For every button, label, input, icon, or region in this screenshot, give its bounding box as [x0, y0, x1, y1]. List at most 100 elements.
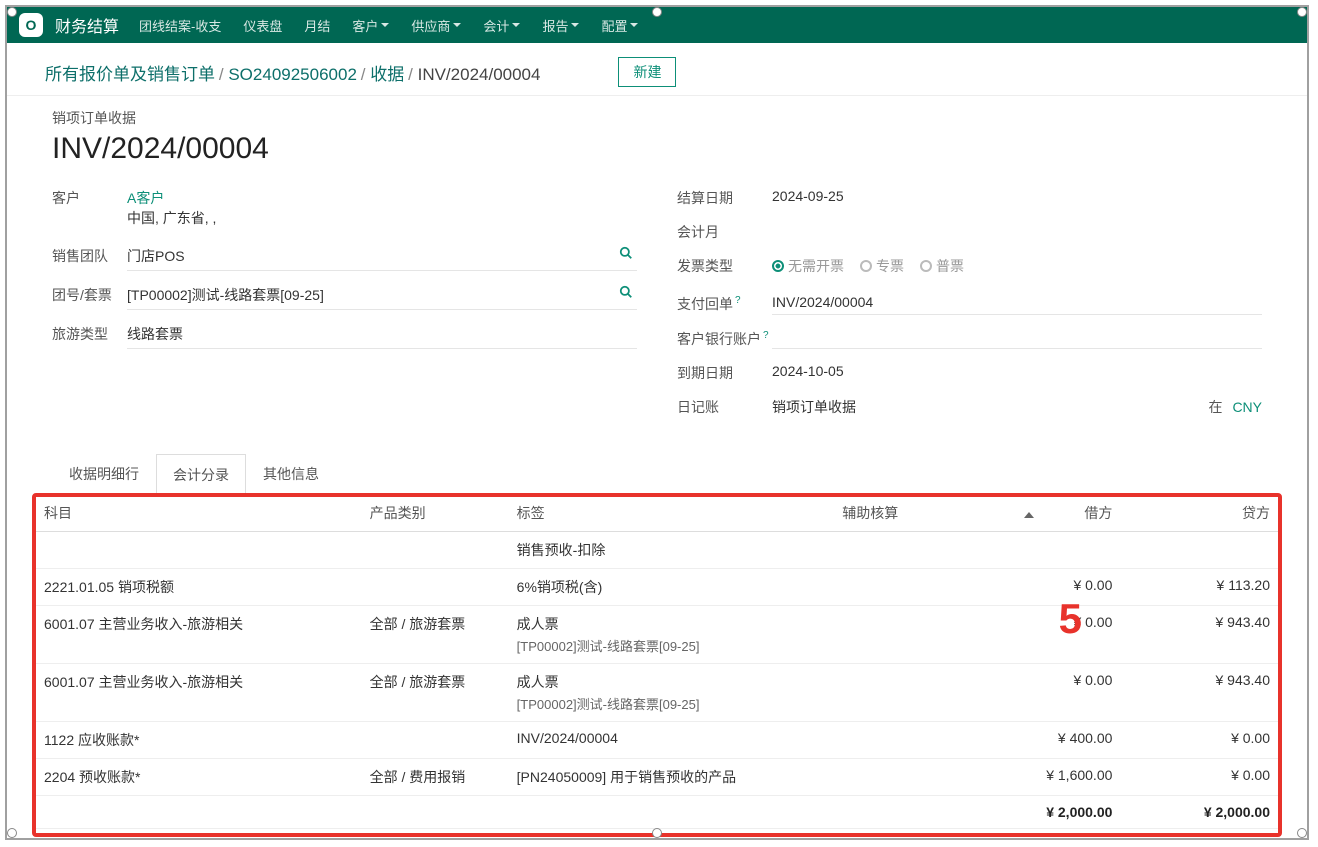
invoice-type-normal[interactable]: 普票 — [920, 256, 964, 276]
travel-type-value[interactable]: 线路套票 — [127, 322, 637, 349]
invoice-type-label: 发票类型 — [677, 254, 772, 276]
cell-credit[interactable]: ¥ 0.00 — [1124, 722, 1282, 759]
invoice-type-none[interactable]: 无需开票 — [772, 256, 844, 276]
col-aux[interactable]: 辅助核算 — [830, 495, 946, 532]
breadcrumb-receipt[interactable]: 收据 — [370, 65, 404, 84]
help-icon[interactable]: ? — [763, 330, 769, 341]
journal-entries-table: 科目 产品类别 标签 辅助核算 借方 贷方 销售预收-扣除 2221.01.05… — [32, 495, 1282, 829]
cell-credit[interactable] — [1124, 532, 1282, 569]
table-row[interactable]: 1122 应收账款* INV/2024/00004 ¥ 400.00 ¥ 0.0… — [32, 722, 1282, 759]
cell-credit[interactable]: ¥ 943.40 — [1124, 664, 1282, 722]
cell-label[interactable]: 成人票[TP00002]测试-线路套票[09-25] — [505, 606, 831, 664]
settle-date-value[interactable]: 2024-09-25 — [772, 186, 1262, 208]
nav-item-monthly[interactable]: 月结 — [304, 16, 330, 35]
cell-aux[interactable] — [830, 532, 946, 569]
col-account[interactable]: 科目 — [32, 495, 358, 532]
nav-item-accounting[interactable]: 会计 — [483, 16, 520, 35]
doc-title: INV/2024/00004 — [52, 132, 1262, 166]
cell-label[interactable]: 6%销项税(含) — [505, 569, 831, 606]
help-icon[interactable]: ? — [735, 295, 741, 306]
col-category[interactable]: 产品类别 — [358, 495, 505, 532]
cell-credit[interactable]: ¥ 113.20 — [1124, 569, 1282, 606]
sort-asc-icon — [1024, 512, 1034, 518]
nav-menu: 团线结案-收支 仪表盘 月结 客户 供应商 会计 报告 配置 — [139, 16, 638, 35]
team-value[interactable]: 门店POS — [127, 244, 637, 271]
tab-receipt-lines[interactable]: 收据明细行 — [52, 453, 156, 494]
tab-journal-entries[interactable]: 会计分录 — [156, 454, 246, 495]
cell-account[interactable]: 6001.07 主营业务收入-旅游相关 — [32, 664, 358, 722]
accounting-month-value[interactable] — [772, 220, 1262, 242]
settle-date-label: 结算日期 — [677, 186, 772, 208]
table-row[interactable]: 6001.07 主营业务收入-旅游相关 全部 / 旅游套票 成人票[TP0000… — [32, 606, 1282, 664]
cell-account[interactable]: 6001.07 主营业务收入-旅游相关 — [32, 606, 358, 664]
payref-value[interactable]: INV/2024/00004 — [772, 292, 1262, 315]
cell-credit[interactable]: ¥ 0.00 — [1124, 759, 1282, 796]
invoice-type-special[interactable]: 专票 — [860, 256, 904, 276]
cell-aux[interactable] — [830, 569, 946, 606]
cell-category[interactable] — [358, 569, 505, 606]
cell-account[interactable] — [32, 532, 358, 569]
resize-handle[interactable] — [1297, 828, 1307, 838]
tab-other-info[interactable]: 其他信息 — [246, 453, 336, 494]
cell-aux[interactable] — [830, 664, 946, 722]
new-button[interactable]: 新建 — [618, 57, 676, 87]
nav-item-report[interactable]: 报告 — [542, 16, 579, 35]
breadcrumb-root[interactable]: 所有报价单及销售订单 — [45, 65, 215, 84]
cell-account[interactable]: 2204 预收账款* — [32, 759, 358, 796]
cell-account[interactable]: 1122 应收账款* — [32, 722, 358, 759]
cell-debit[interactable]: ¥ 1,600.00 — [946, 759, 1125, 796]
due-date-value[interactable]: 2024-10-05 — [772, 361, 1262, 383]
cell-label[interactable]: 成人票[TP00002]测试-线路套票[09-25] — [505, 664, 831, 722]
resize-handle[interactable] — [7, 828, 17, 838]
search-icon[interactable] — [619, 246, 633, 263]
resize-handle[interactable] — [652, 7, 662, 17]
cell-debit[interactable]: ¥ 0.00 — [946, 606, 1125, 664]
cell-category[interactable]: 全部 / 旅游套票 — [358, 606, 505, 664]
cell-category[interactable]: 全部 / 旅游套票 — [358, 664, 505, 722]
col-credit[interactable]: 贷方 — [1124, 495, 1282, 532]
resize-handle[interactable] — [652, 828, 662, 838]
cell-category[interactable] — [358, 532, 505, 569]
app-brand[interactable]: 财务结算 — [55, 13, 119, 37]
cell-debit[interactable]: ¥ 400.00 — [946, 722, 1125, 759]
resize-handle[interactable] — [1297, 7, 1307, 17]
table-row[interactable]: 2204 预收账款* 全部 / 费用报销 [PN24050009] 用于销售预收… — [32, 759, 1282, 796]
cell-category[interactable]: 全部 / 费用报销 — [358, 759, 505, 796]
cell-credit[interactable]: ¥ 943.40 — [1124, 606, 1282, 664]
nav-item-dashboard[interactable]: 仪表盘 — [243, 16, 282, 35]
resize-handle[interactable] — [7, 7, 17, 17]
cell-debit[interactable]: ¥ 0.00 — [946, 569, 1125, 606]
breadcrumb-sep: / — [361, 65, 370, 84]
due-date-label: 到期日期 — [677, 361, 772, 383]
nav-item-config[interactable]: 配置 — [601, 16, 638, 35]
cell-label[interactable]: [PN24050009] 用于销售预收的产品 — [505, 759, 831, 796]
table-row[interactable]: 6001.07 主营业务收入-旅游相关 全部 / 旅游套票 成人票[TP0000… — [32, 664, 1282, 722]
payref-label: 支付回单? — [677, 292, 772, 314]
customer-link[interactable]: A客户 — [127, 190, 164, 206]
table-row[interactable]: 销售预收-扣除 — [32, 532, 1282, 569]
cell-account[interactable]: 2221.01.05 销项税额 — [32, 569, 358, 606]
app-logo[interactable]: O — [19, 13, 43, 37]
nav-item-vendor[interactable]: 供应商 — [411, 16, 461, 35]
cell-aux[interactable] — [830, 722, 946, 759]
col-debit[interactable]: 借方 — [946, 495, 1125, 532]
cell-category[interactable] — [358, 722, 505, 759]
nav-item-settlement[interactable]: 团线结案-收支 — [139, 16, 221, 35]
currency-link[interactable]: CNY — [1232, 399, 1262, 415]
bank-value[interactable] — [772, 327, 1262, 349]
search-icon[interactable] — [619, 285, 633, 302]
col-label[interactable]: 标签 — [505, 495, 831, 532]
table-row[interactable]: 2221.01.05 销项税额 6%销项税(含) ¥ 0.00 ¥ 113.20 — [32, 569, 1282, 606]
cell-label[interactable]: 销售预收-扣除 — [505, 532, 831, 569]
cell-aux[interactable] — [830, 606, 946, 664]
breadcrumb-so[interactable]: SO24092506002 — [228, 65, 357, 84]
group-value[interactable]: [TP00002]测试-线路套票[09-25] — [127, 283, 637, 310]
customer-label: 客户 — [52, 186, 127, 208]
breadcrumb-current: INV/2024/00004 — [418, 65, 541, 84]
cell-debit[interactable]: ¥ 0.00 — [946, 664, 1125, 722]
nav-item-customer[interactable]: 客户 — [352, 16, 389, 35]
travel-type-label: 旅游类型 — [52, 322, 127, 344]
cell-debit[interactable] — [946, 532, 1125, 569]
cell-aux[interactable] — [830, 759, 946, 796]
cell-label[interactable]: INV/2024/00004 — [505, 722, 831, 759]
